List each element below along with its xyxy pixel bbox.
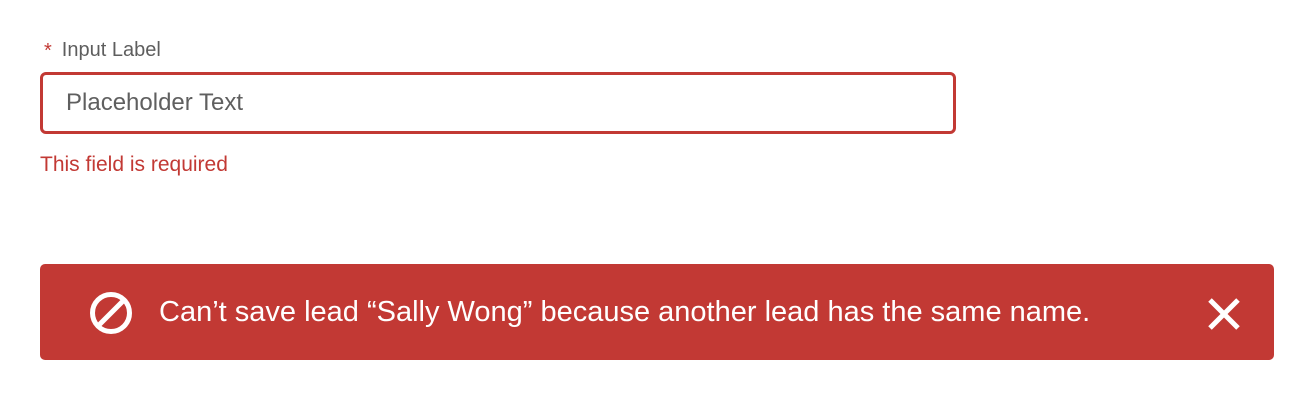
close-icon — [1204, 298, 1244, 337]
error-toast: Can’t save lead “Sally Wong” because ano… — [40, 264, 1274, 360]
ban-icon — [88, 290, 134, 336]
input-label: Input Label — [61, 39, 161, 61]
toast-close-button[interactable] — [1204, 294, 1244, 334]
error-message: This field is required — [40, 153, 228, 176]
required-indicator: * — [44, 40, 52, 62]
toast-message: Can’t save lead “Sally Wong” because ano… — [159, 295, 1091, 328]
text-input[interactable] — [40, 72, 956, 134]
input-label-row: * Input Label — [40, 36, 956, 64]
form-element: * Input Label This field is required — [40, 36, 956, 175]
